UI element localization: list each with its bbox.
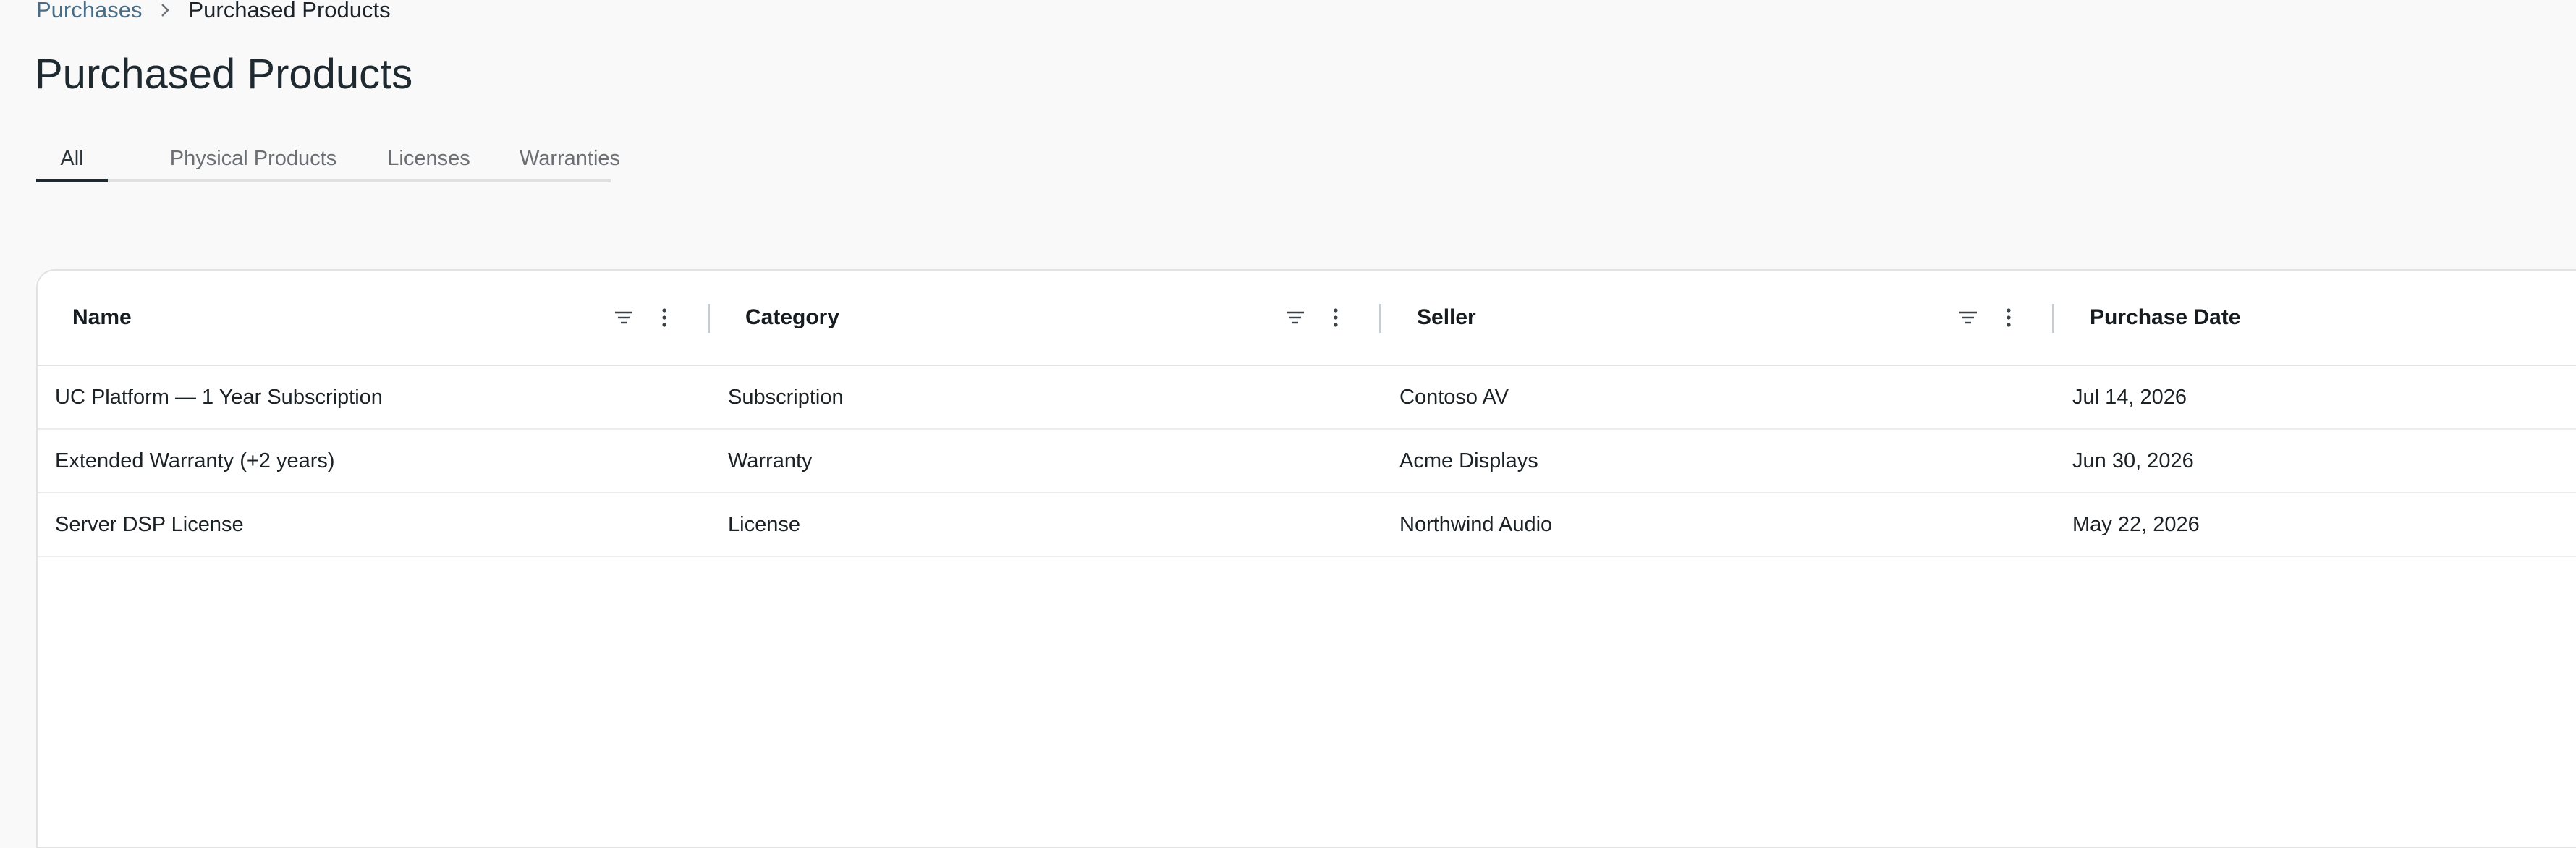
cell-category: Warranty — [728, 449, 813, 472]
column-header-category-label: Category — [745, 305, 840, 329]
column-resize-handle[interactable] — [708, 304, 710, 333]
breadcrumb-current: Purchased Products — [188, 0, 391, 22]
cell-purchase-date: Jun 30, 2026 — [2072, 449, 2194, 472]
column-header-name[interactable]: Name — [38, 271, 711, 365]
cell-name: Server DSP License — [55, 513, 244, 536]
cell-name: UC Platform — 1 Year Subscription — [55, 386, 383, 409]
column-header-name-label: Name — [72, 305, 132, 329]
tab-physical-products[interactable]: Physical Products — [130, 137, 376, 182]
more-vertical-icon[interactable] — [1994, 303, 2023, 332]
breadcrumb-link-purchases[interactable]: Purchases — [36, 0, 142, 25]
breadcrumb: Purchases Purchased Products — [36, 0, 391, 25]
column-header-purchase-date-label: Purchase Date — [2090, 305, 2241, 329]
column-header-category[interactable]: Category — [711, 271, 1384, 365]
more-vertical-icon[interactable] — [650, 303, 679, 332]
cell-purchase-date: Jul 14, 2026 — [2072, 386, 2187, 409]
table-row[interactable]: UC Platform — 1 Year Subscription Subscr… — [38, 366, 2576, 430]
cell-purchase-date: May 22, 2026 — [2072, 513, 2200, 536]
chevron-right-icon — [142, 1, 188, 19]
filter-icon[interactable] — [609, 303, 638, 332]
filter-icon[interactable] — [1281, 303, 1310, 332]
column-resize-handle[interactable] — [1379, 304, 1381, 333]
cell-category: Subscription — [728, 386, 844, 409]
cell-category: License — [728, 513, 800, 536]
active-tab-indicator — [36, 179, 108, 182]
column-header-seller[interactable]: Seller — [1382, 271, 2055, 365]
column-header-purchase-date[interactable]: Purchase Date — [2055, 271, 2562, 365]
table-row[interactable]: Server DSP License License Northwind Aud… — [38, 493, 2576, 557]
cell-seller: Contoso AV — [1399, 386, 1509, 409]
tab-warranties[interactable]: Warranties — [470, 137, 669, 182]
cell-name: Extended Warranty (+2 years) — [55, 449, 335, 472]
purchased-products-table: Name Category Seller Purchase Date UC Pl… — [36, 269, 2576, 848]
cell-seller: Acme Displays — [1399, 449, 1538, 472]
column-resize-handle[interactable] — [2052, 304, 2054, 333]
tab-all[interactable]: All — [36, 137, 108, 182]
filter-icon[interactable] — [1954, 303, 1983, 332]
column-header-seller-label: Seller — [1417, 305, 1476, 329]
more-vertical-icon[interactable] — [1321, 303, 1350, 332]
table-header: Name Category Seller Purchase Date — [38, 271, 2576, 366]
cell-seller: Northwind Audio — [1399, 513, 1553, 536]
table-row[interactable]: Extended Warranty (+2 years) Warranty Ac… — [38, 430, 2576, 493]
tab-bar: All Physical Products Licenses Warrantie… — [36, 137, 620, 182]
page-title: Purchased Products — [35, 51, 413, 98]
